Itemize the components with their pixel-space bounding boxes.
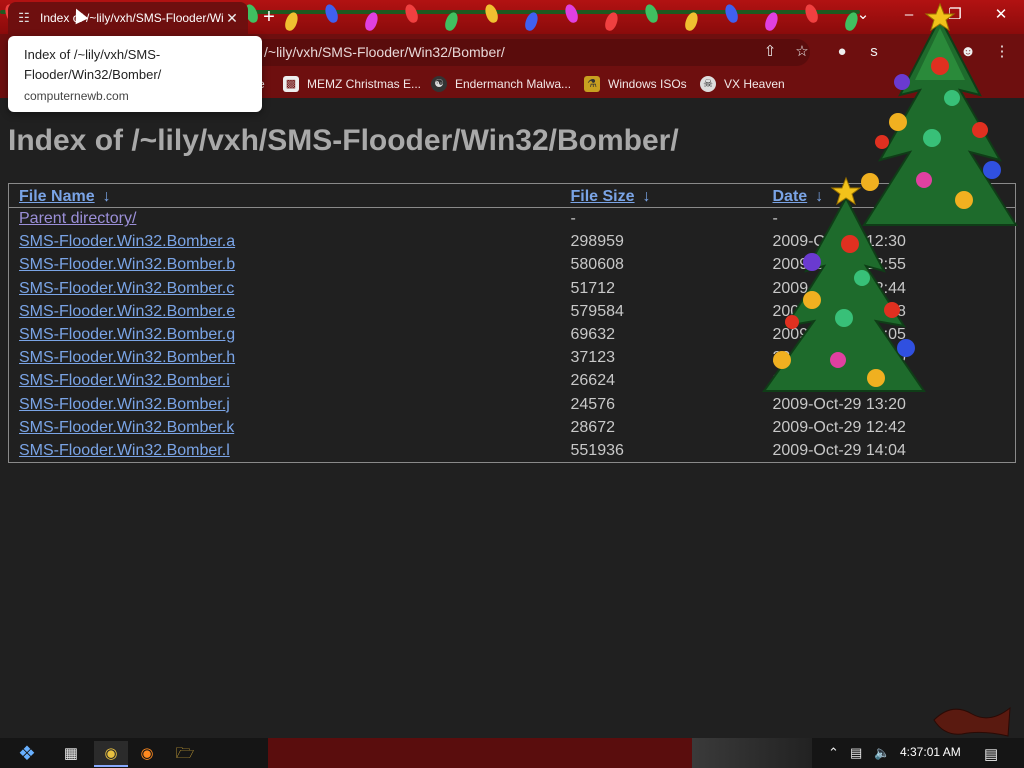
network-icon[interactable]: ▤ bbox=[850, 745, 862, 761]
file-size: 551936 bbox=[570, 441, 624, 459]
light-bulb-icon bbox=[643, 2, 660, 25]
extension-icon[interactable]: ● bbox=[832, 42, 852, 62]
file-link[interactable]: SMS-Flooder.Win32.Bomber.j bbox=[19, 396, 230, 413]
column-header-file-size[interactable]: File Size ↓ bbox=[560, 183, 763, 208]
windows-taskbar: ❖ ▦ ◉ ◉ 🗁 ⌃ ▤ 🔈 4:37:01 AM ▤ bbox=[0, 738, 1024, 768]
sort-link[interactable]: File Name bbox=[19, 188, 95, 205]
page-icon: ☷ bbox=[18, 10, 30, 25]
column-header-file-name[interactable]: File Name ↓ bbox=[8, 183, 561, 208]
new-tab-button[interactable]: + bbox=[258, 6, 280, 28]
bookmark-memz[interactable]: ▩ MEMZ Christmas E... bbox=[283, 74, 421, 94]
address-bar[interactable]: /~lily/vxh/SMS-Flooder/Win32/Bomber/ bbox=[240, 39, 810, 66]
file-link[interactable]: SMS-Flooder.Win32.Bomber.a bbox=[19, 233, 235, 250]
file-link[interactable]: SMS-Flooder.Win32.Bomber.g bbox=[19, 326, 235, 343]
table-row: SMS-Flooder.Win32.Bomber.l 551936 2009-Oct… bbox=[9, 439, 1016, 462]
file-link[interactable]: SMS-Flooder.Win32.Bomber.k bbox=[19, 419, 234, 436]
file-date: 2009-Oct-29 12:42 bbox=[772, 418, 906, 436]
sort-link[interactable]: File Size bbox=[571, 188, 635, 205]
file-size: 69632 bbox=[570, 326, 616, 344]
light-bulb-icon bbox=[483, 2, 500, 25]
tooltip-title: Index of /~lily/vxh/SMS-Flooder/Win32/Bo… bbox=[24, 47, 162, 82]
file-size: 26624 bbox=[570, 372, 616, 390]
file-link[interactable]: SMS-Flooder.Win32.Bomber.e bbox=[19, 303, 235, 320]
parent-directory-link[interactable]: Parent directory/ bbox=[19, 210, 136, 227]
bookmark-star-icon[interactable]: ☆ bbox=[792, 42, 812, 62]
volume-icon[interactable]: 🔈 bbox=[874, 745, 890, 761]
light-bulb-icon bbox=[723, 2, 740, 25]
file-size: 51712 bbox=[570, 279, 616, 297]
light-bulb-icon bbox=[803, 2, 820, 25]
sort-arrow-icon: ↓ bbox=[102, 187, 111, 205]
chrome-icon[interactable]: ◉ bbox=[94, 741, 128, 767]
windows-isos-icon: ⚗ bbox=[584, 76, 600, 92]
page-title: Index of /~lily/vxh/SMS-Flooder/Win32/Bo… bbox=[8, 124, 679, 157]
chevron-up-icon[interactable]: ⌃ bbox=[828, 745, 839, 761]
taskbar-clock[interactable]: 4:37:01 AM bbox=[900, 745, 961, 759]
task-view-icon[interactable]: ▦ bbox=[54, 741, 88, 767]
light-bulb-icon bbox=[563, 2, 580, 25]
file-size: 37123 bbox=[570, 349, 616, 367]
tab-title: Index of /~lily/vxh/SMS-Flooder/Win32/Bo… bbox=[40, 11, 224, 25]
file-size: 298959 bbox=[570, 233, 624, 251]
bookmark-endermanch[interactable]: ☯ Endermanch Malwa... bbox=[431, 74, 571, 94]
file-date: 2009-Oct-29 14:04 bbox=[772, 441, 906, 459]
file-link[interactable]: SMS-Flooder.Win32.Bomber.i bbox=[19, 372, 230, 389]
close-tab-icon[interactable]: ✕ bbox=[224, 10, 240, 26]
christmas-tree-icon bbox=[762, 176, 926, 392]
file-link[interactable]: SMS-Flooder.Win32.Bomber.b bbox=[19, 256, 235, 273]
light-bulb-icon bbox=[403, 2, 420, 25]
bookmark-label: Windows ISOs bbox=[608, 77, 687, 91]
bookmark-label: VX Heaven bbox=[724, 77, 785, 91]
file-size: 579584 bbox=[570, 302, 624, 320]
taskbar-background-segment bbox=[692, 738, 812, 768]
endermanch-icon: ☯ bbox=[431, 76, 447, 92]
taskbar-background-segment bbox=[268, 738, 692, 768]
bookmark-vx-heaven[interactable]: ☠ VX Heaven bbox=[700, 74, 785, 94]
start-orb-icon[interactable]: ❖ bbox=[10, 741, 44, 767]
sort-arrow-icon: ↓ bbox=[642, 187, 651, 205]
file-size: 24576 bbox=[570, 395, 616, 413]
notifications-icon[interactable]: ▤ bbox=[984, 745, 998, 763]
bookmark-windows-isos[interactable]: ⚗ Windows ISOs bbox=[584, 74, 687, 94]
light-bulb-icon bbox=[323, 2, 340, 25]
table-row: SMS-Flooder.Win32.Bomber.k 28672 2009-Oct-… bbox=[9, 416, 1016, 439]
file-size: - bbox=[570, 210, 576, 228]
file-explorer-icon[interactable]: 🗁 bbox=[168, 741, 202, 767]
file-size: 28672 bbox=[570, 418, 616, 436]
memz-icon: ▩ bbox=[283, 76, 299, 92]
file-size: 580608 bbox=[570, 256, 624, 274]
file-link[interactable]: SMS-Flooder.Win32.Bomber.c bbox=[19, 280, 234, 297]
firefox-icon[interactable]: ◉ bbox=[130, 741, 164, 767]
tooltip-host: computernewb.com bbox=[24, 89, 129, 103]
vx-heaven-icon: ☠ bbox=[700, 76, 716, 92]
active-tab[interactable]: ☷ Index of /~lily/vxh/SMS-Flooder/Win32/… bbox=[8, 2, 248, 34]
tab-hover-tooltip: Index of /~lily/vxh/SMS-Flooder/Win32/Bo… bbox=[8, 36, 262, 112]
file-link[interactable]: SMS-Flooder.Win32.Bomber.l bbox=[19, 442, 230, 459]
bookmark-label: MEMZ Christmas E... bbox=[307, 77, 422, 91]
desktop-creature-icon bbox=[933, 706, 1011, 737]
share-icon[interactable]: ⇧ bbox=[760, 42, 780, 62]
bookmark-label: Endermanch Malwa... bbox=[455, 77, 572, 91]
file-link[interactable]: SMS-Flooder.Win32.Bomber.h bbox=[19, 349, 235, 366]
